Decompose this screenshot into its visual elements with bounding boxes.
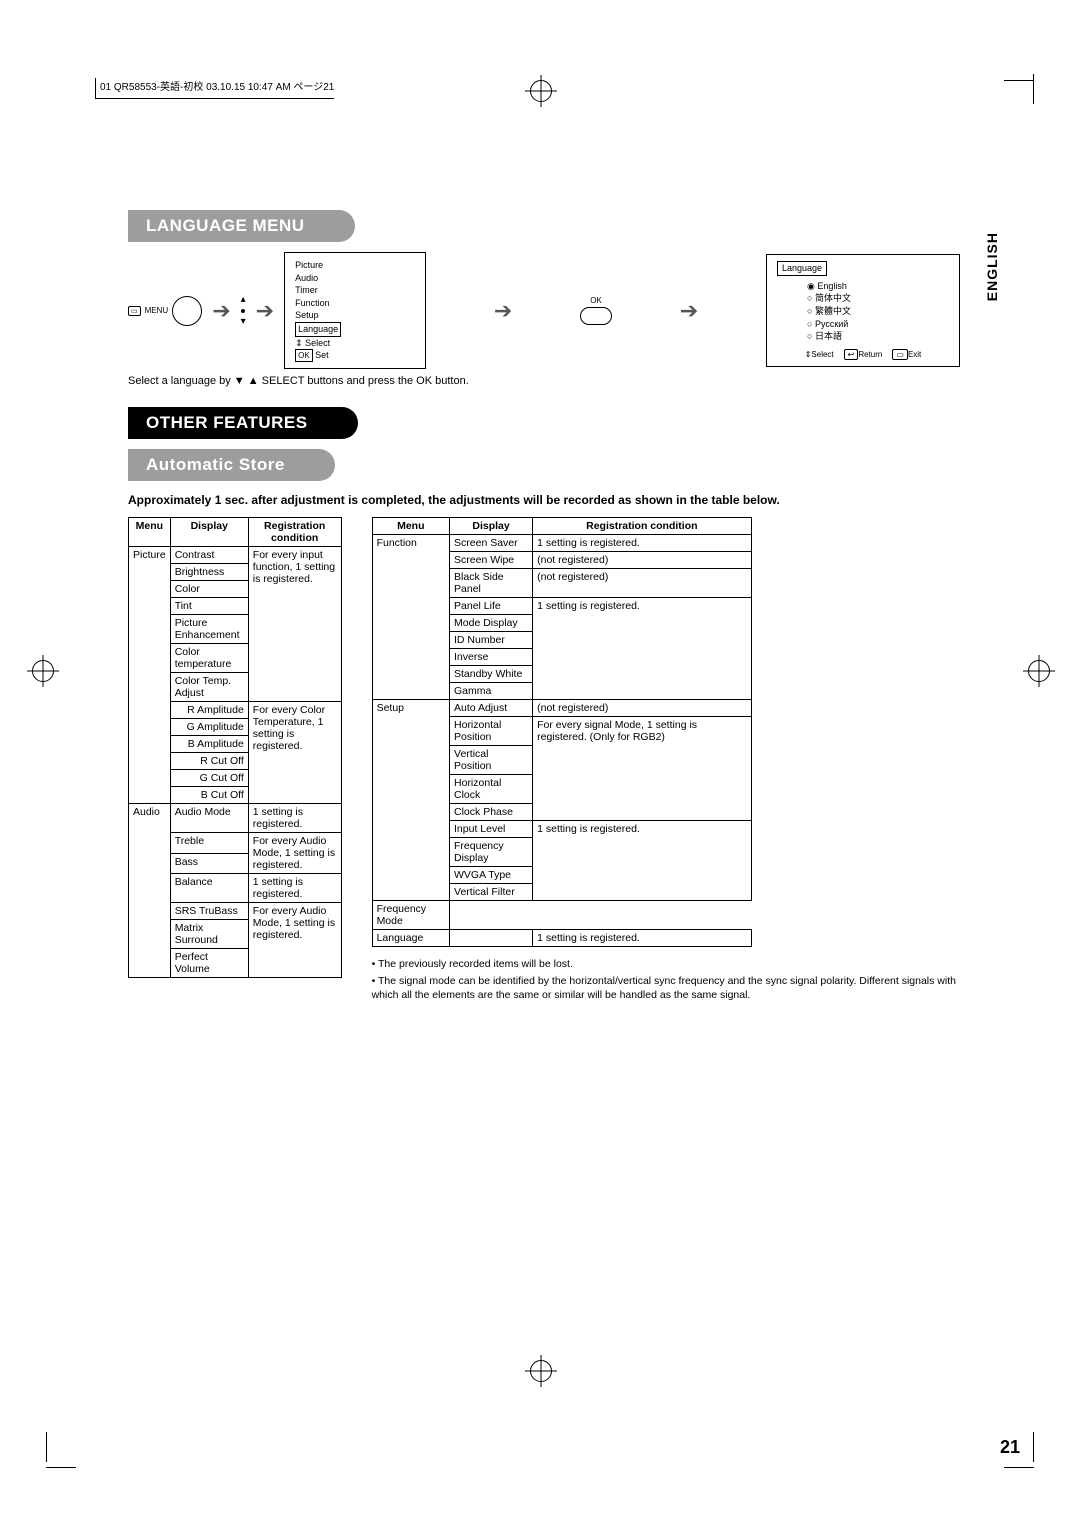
language-option: English xyxy=(807,280,949,293)
arrow-right-icon: ➔ xyxy=(622,298,756,324)
table-cell-display: ID Number xyxy=(450,632,533,649)
registration-mark-icon xyxy=(1028,660,1050,682)
table-cell-menu: Setup xyxy=(372,700,449,901)
table-cell-display: Horizontal Clock xyxy=(450,775,533,804)
footnotes: The previously recorded items will be lo… xyxy=(372,957,960,1004)
table-cell-display: Screen Wipe xyxy=(450,552,533,569)
instruction-text: Select a language by ▼ ▲ SELECT buttons … xyxy=(128,375,960,387)
table-cell-display xyxy=(450,930,533,947)
table-cell-display: Vertical Position xyxy=(450,746,533,775)
language-option: 简体中文 xyxy=(807,292,949,305)
arrow-right-icon: ➔ xyxy=(256,298,274,324)
table-cell-display: B Cut Off xyxy=(170,787,248,804)
table-cell-display: Clock Phase xyxy=(450,804,533,821)
registration-table-right: Menu Display Registration condition Func… xyxy=(372,517,752,947)
table-cell-menu: Audio xyxy=(129,804,171,978)
table-cell-condition: For every signal Mode, 1 setting is regi… xyxy=(533,717,751,821)
store-note: Approximately 1 sec. after adjustment is… xyxy=(128,493,960,507)
page-number: 21 xyxy=(1000,1437,1020,1458)
table-cell-display: Inverse xyxy=(450,649,533,666)
ok-button-icon xyxy=(580,307,612,325)
language-option: 繁體中文 xyxy=(807,305,949,318)
exit-icon: ▭ xyxy=(892,349,908,360)
table-cell-display: R Cut Off xyxy=(170,753,248,770)
table-cell-display: Color xyxy=(170,581,248,598)
arrow-right-icon: ➔ xyxy=(436,298,570,324)
table-cell-condition: (not registered) xyxy=(533,700,751,717)
table-cell-display: SRS TruBass xyxy=(170,903,248,920)
table-cell-condition: 1 setting is registered. xyxy=(533,930,751,947)
table-cell-display: Perfect Volume xyxy=(170,949,248,978)
crop-mark-icon xyxy=(46,1438,76,1468)
table-cell-display: Frequency Display xyxy=(450,838,533,867)
table-cell-display: Picture Enhancement xyxy=(170,615,248,644)
table-cell-condition: 1 setting is registered. xyxy=(533,821,751,901)
table-cell-display: Contrast xyxy=(170,547,248,564)
menu-button-icon xyxy=(172,296,202,326)
language-option: 日本語 xyxy=(807,330,949,343)
language-option: Русский xyxy=(807,318,949,331)
table-cell-display: Bass xyxy=(170,853,248,874)
registration-mark-icon xyxy=(530,80,552,102)
section-language-menu: LANGUAGE MENU xyxy=(128,210,355,242)
table-cell-display: Standby White xyxy=(450,666,533,683)
table-cell-display: Auto Adjust xyxy=(450,700,533,717)
registration-table-left: Menu Display Registration condition Pict… xyxy=(128,517,342,978)
osd-language-menu: Language English简体中文繁體中文Русский日本語 ⇕Sele… xyxy=(766,254,960,367)
footnote-item: The signal mode can be identified by the… xyxy=(372,974,960,1002)
table-cell-display: Mode Display xyxy=(450,615,533,632)
registration-mark-icon xyxy=(530,1360,552,1382)
table-cell-menu: Language xyxy=(372,930,449,947)
registration-mark-icon xyxy=(32,660,54,682)
table-cell-display: Input Level xyxy=(450,821,533,838)
table-cell-condition: 1 setting is registered. xyxy=(248,804,341,833)
table-cell-display: Black Side Panel xyxy=(450,569,533,598)
print-header: 01 QR58553-英語-初校 03.10.15 10:47 AM ページ21 xyxy=(95,78,334,99)
section-automatic-store: Automatic Store xyxy=(128,449,335,481)
table-cell-condition: For every input function, 1 setting is r… xyxy=(248,547,341,702)
table-cell-display: Brightness xyxy=(170,564,248,581)
language-tab: ENGLISH xyxy=(984,232,1000,301)
table-cell-display: Treble xyxy=(170,833,248,854)
ok-button: OK xyxy=(580,296,612,325)
table-cell-condition: For every Color Temperature, 1 setting i… xyxy=(248,702,341,804)
table-cell-display: Balance xyxy=(170,874,248,903)
table-cell-condition: 1 setting is registered. xyxy=(533,535,751,552)
operation-flow: ▭ MENU ➔ ▴▾ ➔ Picture Audio Timer Functi… xyxy=(128,252,960,369)
table-cell-condition: 1 setting is registered. xyxy=(248,874,341,903)
updown-select-icon: ▴▾ xyxy=(241,295,246,327)
table-cell-condition: 1 setting is registered. xyxy=(533,598,751,700)
table-cell-display: B Amplitude xyxy=(170,736,248,753)
table-cell-display: Audio Mode xyxy=(170,804,248,833)
table-cell-display: Screen Saver xyxy=(450,535,533,552)
return-icon: ↩ xyxy=(844,349,859,360)
table-cell-display: Matrix Surround xyxy=(170,920,248,949)
table-cell-display: Frequency Mode xyxy=(372,901,449,930)
table-cell-display: Tint xyxy=(170,598,248,615)
section-other-features: OTHER FEATURES xyxy=(128,407,358,439)
table-cell-display: G Amplitude xyxy=(170,719,248,736)
updown-icon: ⇕ xyxy=(295,338,303,348)
table-cell-display: R Amplitude xyxy=(170,702,248,719)
table-cell-condition: (not registered) xyxy=(533,569,751,598)
table-cell-display: Color Temp. Adjust xyxy=(170,673,248,702)
footnote-item: The previously recorded items will be lo… xyxy=(372,957,960,971)
table-cell-display: WVGA Type xyxy=(450,867,533,884)
table-cell-condition: For every Audio Mode, 1 setting is regis… xyxy=(248,833,341,874)
table-cell-display: Horizontal Position xyxy=(450,717,533,746)
arrow-right-icon: ➔ xyxy=(212,298,230,324)
table-cell-display: G Cut Off xyxy=(170,770,248,787)
table-cell-menu: Picture xyxy=(129,547,171,804)
table-cell-display: Gamma xyxy=(450,683,533,700)
table-cell-display: Color temperature xyxy=(170,644,248,673)
table-cell-display: Vertical Filter xyxy=(450,884,533,901)
table-cell-condition: For every Audio Mode, 1 setting is regis… xyxy=(248,903,341,978)
table-cell-condition: (not registered) xyxy=(533,552,751,569)
table-cell-menu: Function xyxy=(372,535,449,700)
osd-main-menu: Picture Audio Timer Function Setup Langu… xyxy=(284,252,426,369)
menu-button: ▭ MENU xyxy=(128,296,202,326)
table-cell-display: Panel Life xyxy=(450,598,533,615)
osd-highlighted-item: Language xyxy=(295,322,341,337)
crop-mark-icon xyxy=(1004,80,1034,110)
